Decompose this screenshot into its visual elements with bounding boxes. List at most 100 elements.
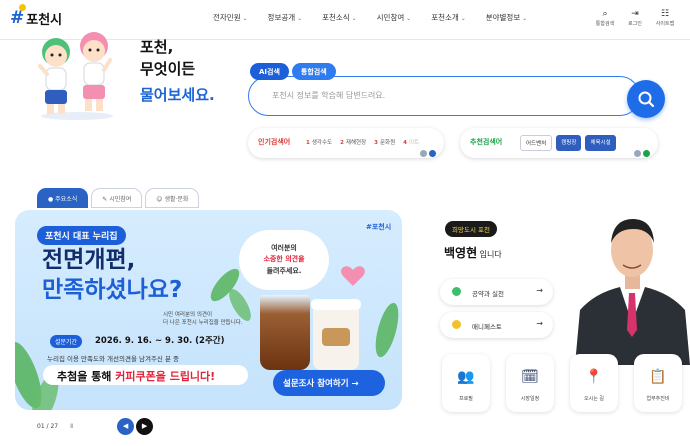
banner-sub-2: 더 나은 포천시 누리집을 만듭니다. [163, 320, 243, 326]
bubble-line-3: 들려주세요. [266, 267, 302, 275]
popular-keywords-box: 인기검색어 1 생각수도 2 재해현장 3 문화원 4 이트 [248, 128, 444, 158]
banner-note: 누리집 이용 만족도와 개선의견을 남겨주신 분 중 [47, 355, 179, 363]
hot-coffee-illustration [311, 299, 361, 370]
nav-about[interactable]: 포천소개 [431, 12, 466, 23]
nav-e-civil[interactable]: 전자민원 [213, 12, 248, 23]
logo-mark: # [10, 8, 25, 28]
main-banner[interactable]: #포천시 포천시 대표 누리집 전면개편, 만족하셨나요? 시민 여러분의 의견… [15, 210, 402, 410]
calendar-icon: 🗓 [521, 369, 539, 385]
pledge-label: 공약과 실천 [472, 290, 504, 298]
popular-play-icon[interactable] [429, 150, 436, 157]
search-icon: ⌕ [602, 9, 608, 19]
util-login-label: 로그인 [628, 21, 642, 27]
search-mode-tabs: AI검색 통합검색 [250, 63, 339, 80]
quick-profile-label: 프로필 [459, 396, 473, 402]
next-slide-button[interactable]: ▶ [136, 418, 154, 435]
popular-pause-icon[interactable] [420, 150, 427, 157]
hero-title-line1: 포천, [140, 38, 174, 56]
mayor-portrait [575, 219, 690, 365]
utility-menu: ⌕ 통합검색 ⇥ 로그인 ☷ 사이트맵 [590, 9, 680, 27]
mayor-name: 백영현 입니다 [444, 244, 502, 261]
main-nav: 전자민원 정보공개 포천소식 시민참여 포천소개 분야별정보 [213, 12, 547, 23]
nav-field-info[interactable]: 분야별정보 [486, 12, 527, 23]
popular-keyword[interactable]: 3 문화원 [374, 138, 395, 146]
recommend-play-icon[interactable] [643, 150, 650, 157]
pledge-icon [452, 287, 461, 296]
manifesto-link[interactable]: 매니페스토 → [440, 312, 553, 338]
popular-keywords-label: 인기검색어 [258, 138, 291, 146]
survey-participate-button[interactable]: 설문조사 참여하기 → [273, 370, 385, 396]
people-icon: 👥 [457, 369, 475, 385]
recommend-pause-icon[interactable] [634, 150, 641, 157]
tab-participation[interactable]: ✎ 시민참여 [91, 188, 143, 208]
manifesto-icon [452, 320, 461, 329]
slide-counter: 01 / 27 [37, 423, 59, 430]
tab-ai-search[interactable]: AI검색 [250, 63, 289, 80]
util-sitemap-button[interactable]: ☷ 사이트맵 [650, 9, 680, 27]
recommended-keyword[interactable]: 캠핑장 [556, 135, 582, 151]
recommended-keyword[interactable]: 체육시설 [585, 135, 616, 151]
arrow-right-icon: → [536, 286, 543, 295]
document-icon: 📋 [649, 369, 667, 385]
sitemap-icon: ☷ [660, 9, 670, 19]
location-pin-icon: 📍 [585, 369, 603, 385]
arrow-right-icon: → [536, 319, 543, 328]
survey-period-tag: 설문기간 [50, 335, 83, 348]
recommended-keywords-label: 추천검색어 [470, 138, 503, 146]
search-icon [638, 91, 655, 108]
banner-tag: 포천시 대표 누리집 [37, 226, 126, 245]
news-tabs: ● 주요소식 ✎ 시민참여 ☺ 생활·문화 [37, 188, 202, 208]
banner-headline-1: 전면개편, [42, 247, 136, 273]
nav-info-disclosure[interactable]: 정보공개 [268, 12, 303, 23]
tab-integrated-search[interactable]: 통합검색 [291, 63, 336, 80]
banner-sub-1: 시민 여러분의 의견이 [163, 312, 213, 318]
util-sitemap-label: 사이트맵 [655, 21, 675, 27]
pledge-link[interactable]: 공약과 실천 → [440, 279, 553, 305]
tab-life-culture[interactable]: ☺ 생활·문화 [145, 188, 200, 208]
hero-title-line3: 물어보세요. [140, 86, 215, 104]
recommended-keywords-list: 어드벤처 캠핑장 체육시설 [520, 135, 620, 151]
popular-keyword[interactable]: 4 이트 [403, 138, 419, 146]
manifesto-label: 매니페스토 [472, 323, 502, 331]
quick-expenses-label: 업무추진비 [646, 396, 670, 402]
quick-directions-label: 오시는 길 [584, 396, 604, 402]
banner-speech-bubble: 여러분의 소중한 의견을 들려주세요. [239, 230, 329, 290]
banner-coupon-text: 추첨을 통해 커피쿠폰을 드립니다! [43, 365, 248, 385]
quick-profile-button[interactable]: 👥 프로필 [442, 354, 490, 412]
popular-keywords-list: 1 생각수도 2 재해현장 3 문화원 4 이트 [306, 138, 427, 146]
quick-expenses-button[interactable]: 📋 업무추진비 [634, 354, 682, 412]
bubble-line-2: 소중한 의견을 [263, 255, 305, 263]
quick-schedule-button[interactable]: 🗓 시장일정 [506, 354, 554, 412]
coupon-pre: 추첨을 통해 [57, 370, 116, 383]
util-login-button[interactable]: ⇥ 로그인 [620, 9, 650, 27]
search-submit-button[interactable] [627, 80, 665, 118]
banner-headline-2: 만족하셨나요? [42, 277, 183, 303]
popular-keyword[interactable]: 1 생각수도 [306, 138, 332, 146]
mascot-illustration [38, 32, 113, 120]
ai-search-box[interactable]: 포천시 정보를 학습해 답변드려요. [248, 76, 640, 116]
hero-title-line2: 무엇이든 [140, 60, 196, 78]
login-icon: ⇥ [631, 9, 639, 19]
tab-main-news[interactable]: ● 주요소식 [37, 188, 89, 208]
nav-news[interactable]: 포천소식 [322, 12, 357, 23]
recommended-keyword[interactable]: 어드벤처 [520, 135, 553, 151]
survey-period: 2026. 9. 16. ~ 9. 30. (2주간) [95, 336, 225, 346]
iced-coffee-illustration [260, 295, 310, 370]
quick-directions-button[interactable]: 📍 오시는 길 [570, 354, 618, 412]
mayor-name-text: 백영현 [444, 246, 478, 260]
popular-keyword[interactable]: 2 재해현장 [340, 138, 366, 146]
coupon-highlight: 커피쿠폰을 드립니다! [115, 370, 216, 383]
pause-icon[interactable]: Ⅱ [70, 423, 73, 430]
prev-slide-button[interactable]: ◀ [117, 418, 135, 435]
bubble-line-1: 여러분의 [271, 244, 297, 252]
nav-participation[interactable]: 시민참여 [377, 12, 412, 23]
search-placeholder: 포천시 정보를 학습해 답변드려요. [272, 91, 386, 100]
quick-schedule-label: 시장일정 [520, 396, 540, 402]
util-search-button[interactable]: ⌕ 통합검색 [590, 9, 620, 27]
mayor-name-suffix: 입니다 [477, 250, 502, 259]
logo-star-icon [19, 4, 26, 11]
util-search-label: 통합검색 [595, 21, 615, 27]
banner-brand-logo: #포천시 [366, 223, 392, 231]
banner-controls: 01 / 27 Ⅱ ◀ ▶ [37, 418, 155, 435]
recommended-keywords-box: 추천검색어 어드벤처 캠핑장 체육시설 [460, 128, 658, 158]
